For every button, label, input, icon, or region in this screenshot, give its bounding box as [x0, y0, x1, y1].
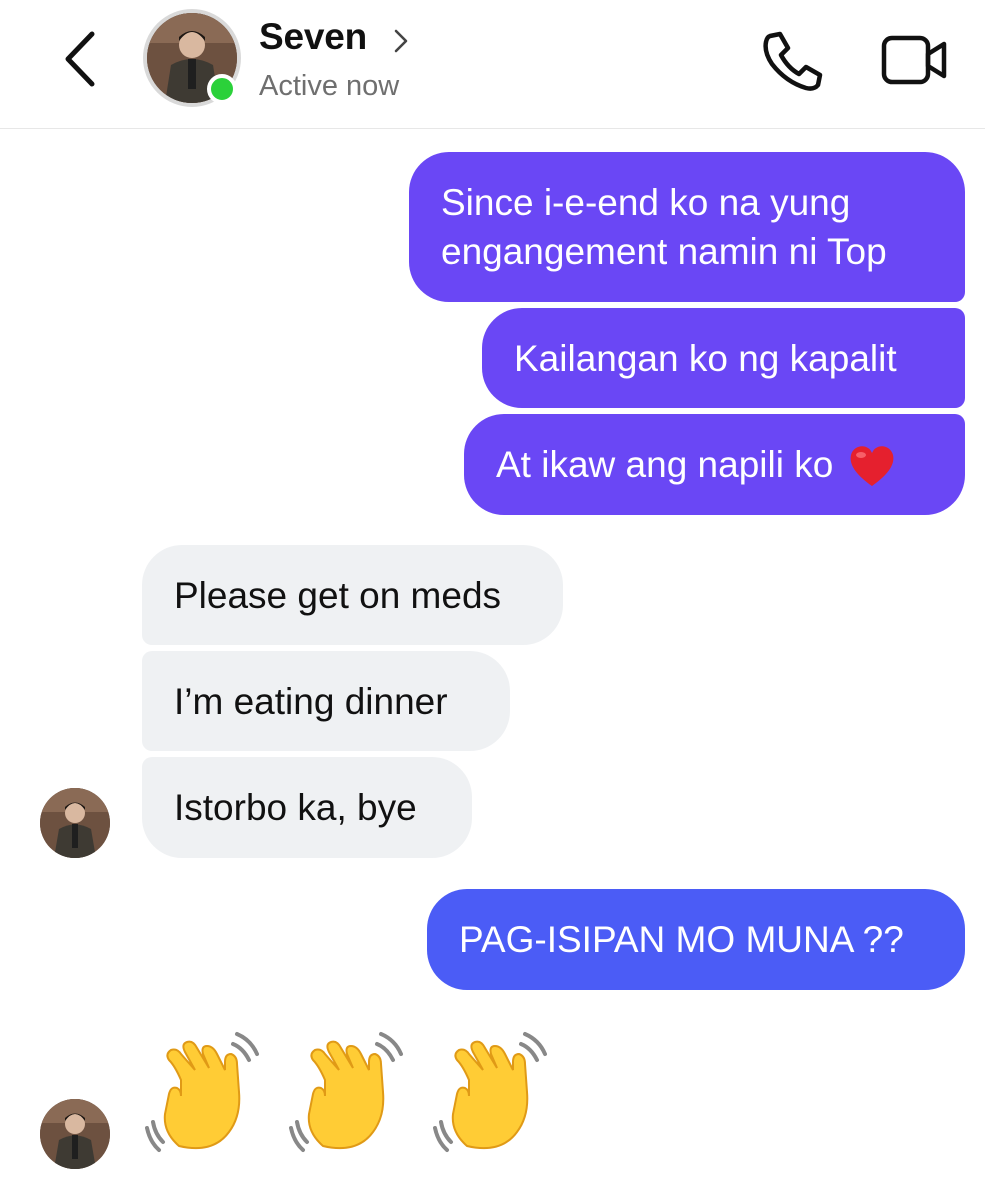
chat-header: Seven Active now [0, 0, 985, 129]
message-text: I’m eating dinner [174, 680, 448, 722]
message-bubble-incoming[interactable]: Please get on meds [142, 545, 563, 645]
message-bubble-outgoing[interactable]: Kailangan ko ng kapalit [482, 308, 965, 408]
message-bubble-outgoing[interactable]: At ikaw ang napili ko [464, 414, 965, 515]
contact-name[interactable]: Seven [259, 16, 367, 58]
message-bubble-outgoing[interactable]: Since i-e-end ko na yung engangement nam… [409, 152, 965, 302]
chevron-right-icon[interactable] [390, 26, 412, 56]
message-text: Since i-e-end ko na yung engangement nam… [441, 182, 887, 272]
message-text: PAG-ISIPAN MO MUNA ?? [459, 919, 904, 960]
message-text: Kailangan ko ng kapalit [514, 337, 897, 379]
message-text: Please get on meds [174, 574, 502, 616]
online-status-dot [207, 74, 237, 104]
message-bubble-incoming[interactable]: I’m eating dinner [142, 651, 510, 751]
emoji-message[interactable] [145, 1030, 565, 1170]
message-bubble-outgoing[interactable]: PAG-ISIPAN MO MUNA ?? [427, 889, 965, 990]
avatar[interactable] [40, 788, 110, 858]
chevron-left-icon[interactable] [52, 24, 112, 94]
video-camera-icon[interactable] [880, 32, 950, 88]
waving-hand-icon [289, 1032, 403, 1152]
message-text: At ikaw ang napili ko [496, 444, 834, 485]
message-text: Istorbo ka, bye [174, 787, 417, 828]
phone-icon[interactable] [758, 28, 826, 94]
active-status: Active now [259, 70, 400, 102]
message-bubble-incoming[interactable]: Istorbo ka, bye [142, 757, 472, 858]
waving-hand-icon [145, 1032, 259, 1152]
waving-hand-icon [433, 1032, 547, 1152]
red-heart-icon [850, 445, 894, 486]
avatar[interactable] [40, 1099, 110, 1169]
